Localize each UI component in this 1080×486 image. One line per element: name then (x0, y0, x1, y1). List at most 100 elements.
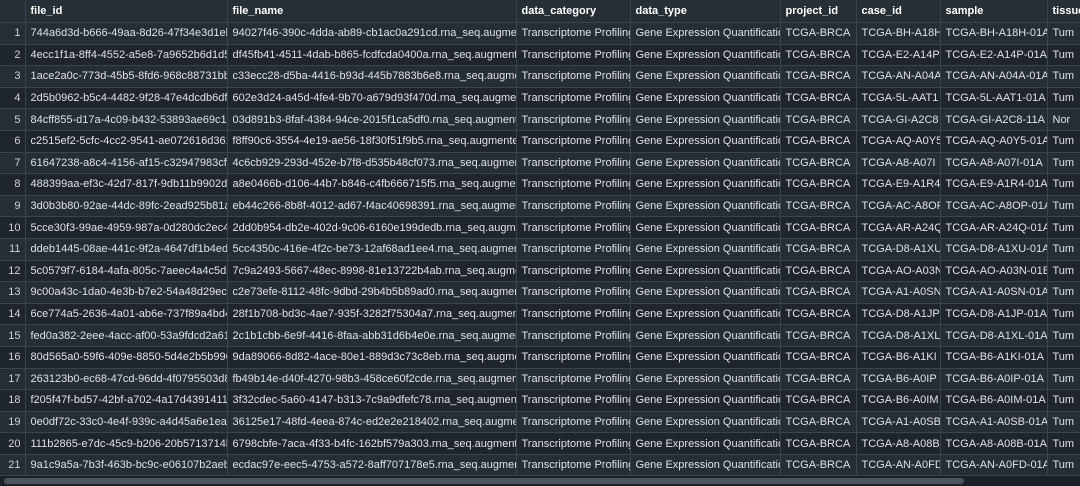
cell-file-name[interactable]: 4c6cb929-293d-452e-b7f8-d535b48cf073.rna… (227, 152, 517, 175)
cell-project-id[interactable]: TCGA-BRCA (780, 152, 857, 175)
column-header-case-id[interactable]: case_id (856, 0, 941, 23)
cell-case-id[interactable]: TCGA-5L-AAT1 (856, 87, 941, 110)
table-row[interactable]: 11 ddeb1445-08ae-441c-9f2a-4647df1b4ed6 5c… (0, 238, 1080, 261)
cell-file-name[interactable]: 7c9a2493-5667-48ec-8998-81e13722b4ab.rna… (227, 260, 517, 283)
cell-file-name[interactable]: df45fb41-4511-4dab-b865-fcdfcda0400a.rna… (227, 44, 517, 67)
cell-row-index[interactable]: 8 (0, 173, 26, 196)
cell-file-id[interactable]: ddeb1445-08ae-441c-9f2a-4647df1b4ed6 (25, 238, 228, 261)
cell-sample[interactable]: TCGA-A1-A0SB-01A (940, 411, 1048, 434)
cell-row-index[interactable]: 1 (0, 22, 26, 45)
cell-data-category[interactable]: Transcriptome Profiling (516, 432, 631, 455)
cell-sample[interactable]: TCGA-B6-A0IM-01A (940, 389, 1048, 412)
cell-project-id[interactable]: TCGA-BRCA (780, 130, 857, 153)
cell-sample[interactable]: TCGA-A8-A07I-01A (940, 152, 1048, 175)
cell-row-index[interactable]: 9 (0, 195, 26, 218)
cell-file-name[interactable]: 6798cbfe-7aca-4f33-b4fc-162bf579a303.rna… (227, 432, 517, 455)
cell-case-id[interactable]: TCGA-AQ-A0Y5 (856, 130, 941, 153)
cell-project-id[interactable]: TCGA-BRCA (780, 65, 857, 88)
cell-data-type[interactable]: Gene Expression Quantification (630, 411, 781, 434)
cell-tissue[interactable]: Tum (1047, 22, 1080, 45)
cell-file-id[interactable]: 84cff855-d17a-4c09-b432-53893ae69c1e (25, 108, 228, 131)
cell-sample[interactable]: TCGA-BH-A18H-01A (940, 22, 1048, 45)
cell-tissue[interactable]: Tum (1047, 130, 1080, 153)
cell-project-id[interactable]: TCGA-BRCA (780, 303, 857, 326)
cell-file-id[interactable]: 80d565a0-59f6-409e-8850-5d4e2b5b996d (25, 346, 228, 369)
cell-data-category[interactable]: Transcriptome Profiling (516, 368, 631, 391)
cell-data-type[interactable]: Gene Expression Quantification (630, 260, 781, 283)
cell-project-id[interactable]: TCGA-BRCA (780, 260, 857, 283)
cell-case-id[interactable]: TCGA-D8-A1JP (856, 303, 941, 326)
cell-file-id[interactable]: 61647238-a8c4-4156-af15-c32947983cfd (25, 152, 228, 175)
cell-file-name[interactable]: eb44c266-8b8f-4012-ad67-f4ac40698391.rna… (227, 195, 517, 218)
cell-tissue[interactable]: Tum (1047, 454, 1080, 477)
cell-data-type[interactable]: Gene Expression Quantification (630, 281, 781, 304)
table-row[interactable]: 15 fed0a382-2eee-4acc-af00-53a9fdcd2a61 2c… (0, 324, 1080, 347)
cell-case-id[interactable]: TCGA-B6-A0IM (856, 389, 941, 412)
cell-project-id[interactable]: TCGA-BRCA (780, 368, 857, 391)
cell-data-type[interactable]: Gene Expression Quantification (630, 432, 781, 455)
cell-file-id[interactable]: 3d0b3b80-92ae-44dc-89fc-2ead925b81a2 (25, 195, 228, 218)
cell-file-name[interactable]: f8ff90c6-3554-4e19-ae56-18f30f51f9b5.rna… (227, 130, 517, 153)
cell-row-index[interactable]: 14 (0, 303, 26, 326)
cell-row-index[interactable]: 12 (0, 260, 26, 283)
cell-case-id[interactable]: TCGA-AO-A03N (856, 260, 941, 283)
table-row[interactable]: 18 f205f47f-bd57-42bf-a702-4a17d4391411 3f… (0, 389, 1080, 412)
cell-file-id[interactable]: 5cce30f3-99ae-4959-987a-0d280dc2ec44 (25, 216, 228, 239)
cell-row-index[interactable]: 10 (0, 216, 26, 239)
cell-data-type[interactable]: Gene Expression Quantification (630, 303, 781, 326)
cell-file-id[interactable]: 9a1c9a5a-7b3f-463b-bc9c-e06107b2aeb7 (25, 454, 228, 477)
cell-sample[interactable]: TCGA-AN-A04A-01A (940, 65, 1048, 88)
cell-tissue[interactable]: Tum (1047, 195, 1080, 218)
cell-file-name[interactable]: 03d891b3-8faf-4384-94ce-2015f1ca5df0.rna… (227, 108, 517, 131)
cell-file-id[interactable]: c2515ef2-5cfc-4cc2-9541-ae072616d361 (25, 130, 228, 153)
cell-tissue[interactable]: Nor (1047, 108, 1080, 131)
cell-project-id[interactable]: TCGA-BRCA (780, 108, 857, 131)
cell-data-category[interactable]: Transcriptome Profiling (516, 173, 631, 196)
horizontal-scrollbar[interactable] (0, 476, 1080, 486)
cell-data-category[interactable]: Transcriptome Profiling (516, 22, 631, 45)
cell-row-index[interactable]: 15 (0, 324, 26, 347)
cell-row-index[interactable]: 18 (0, 389, 26, 412)
cell-sample[interactable]: TCGA-A8-A08B-01A (940, 432, 1048, 455)
cell-file-name[interactable]: ecdac97e-eec5-4753-a572-8aff707178e5.rna… (227, 454, 517, 477)
cell-project-id[interactable]: TCGA-BRCA (780, 173, 857, 196)
cell-data-type[interactable]: Gene Expression Quantification (630, 152, 781, 175)
cell-project-id[interactable]: TCGA-BRCA (780, 216, 857, 239)
cell-data-category[interactable]: Transcriptome Profiling (516, 130, 631, 153)
cell-data-type[interactable]: Gene Expression Quantification (630, 346, 781, 369)
cell-project-id[interactable]: TCGA-BRCA (780, 22, 857, 45)
cell-data-category[interactable]: Transcriptome Profiling (516, 195, 631, 218)
cell-sample[interactable]: TCGA-5L-AAT1-01A (940, 87, 1048, 110)
table-row[interactable]: 1 744a6d3d-b666-49aa-8d26-47f34e3d1eb5 940… (0, 22, 1080, 45)
cell-case-id[interactable]: TCGA-AR-A24Q (856, 216, 941, 239)
cell-row-index[interactable]: 5 (0, 108, 26, 131)
cell-data-category[interactable]: Transcriptome Profiling (516, 303, 631, 326)
table-row[interactable]: 9 3d0b3b80-92ae-44dc-89fc-2ead925b81a2 eb4… (0, 195, 1080, 218)
column-header-file-name[interactable]: file_name (227, 0, 517, 23)
table-row[interactable]: 8 488399aa-ef3c-42d7-817f-9db11b9902dd a8e… (0, 173, 1080, 196)
cell-file-name[interactable]: 36125e17-48fd-4eea-874c-ed2e2e218402.rna… (227, 411, 517, 434)
cell-case-id[interactable]: TCGA-AN-A04A (856, 65, 941, 88)
cell-sample[interactable]: TCGA-AQ-A0Y5-01A (940, 130, 1048, 153)
cell-file-id[interactable]: 2d5b0962-b5c4-4482-9f28-47e4dcdb6df6 (25, 87, 228, 110)
column-header-data-type[interactable]: data_type (630, 0, 781, 23)
cell-case-id[interactable]: TCGA-A8-A08B (856, 432, 941, 455)
table-row[interactable]: 13 9c00a43c-1da0-4e3b-b7e2-54a48d29ecae c2… (0, 281, 1080, 304)
cell-project-id[interactable]: TCGA-BRCA (780, 432, 857, 455)
cell-project-id[interactable]: TCGA-BRCA (780, 324, 857, 347)
cell-row-index[interactable]: 19 (0, 411, 26, 434)
cell-row-index[interactable]: 3 (0, 65, 26, 88)
table-row[interactable]: 6 c2515ef2-5cfc-4cc2-9541-ae072616d361 f8f… (0, 130, 1080, 153)
cell-project-id[interactable]: TCGA-BRCA (780, 195, 857, 218)
table-row[interactable]: 5 84cff855-d17a-4c09-b432-53893ae69c1e 03d… (0, 108, 1080, 131)
cell-tissue[interactable]: Tum (1047, 346, 1080, 369)
cell-project-id[interactable]: TCGA-BRCA (780, 87, 857, 110)
cell-tissue[interactable]: Tum (1047, 411, 1080, 434)
cell-file-id[interactable]: 9c00a43c-1da0-4e3b-b7e2-54a48d29ecae (25, 281, 228, 304)
cell-project-id[interactable]: TCGA-BRCA (780, 454, 857, 477)
cell-file-id[interactable]: 111b2865-e7dc-45c9-b206-20b5713714bc (25, 432, 228, 455)
cell-data-type[interactable]: Gene Expression Quantification (630, 216, 781, 239)
cell-row-index[interactable]: 16 (0, 346, 26, 369)
cell-file-id[interactable]: 488399aa-ef3c-42d7-817f-9db11b9902dd (25, 173, 228, 196)
cell-case-id[interactable]: TCGA-B6-A1KI (856, 346, 941, 369)
